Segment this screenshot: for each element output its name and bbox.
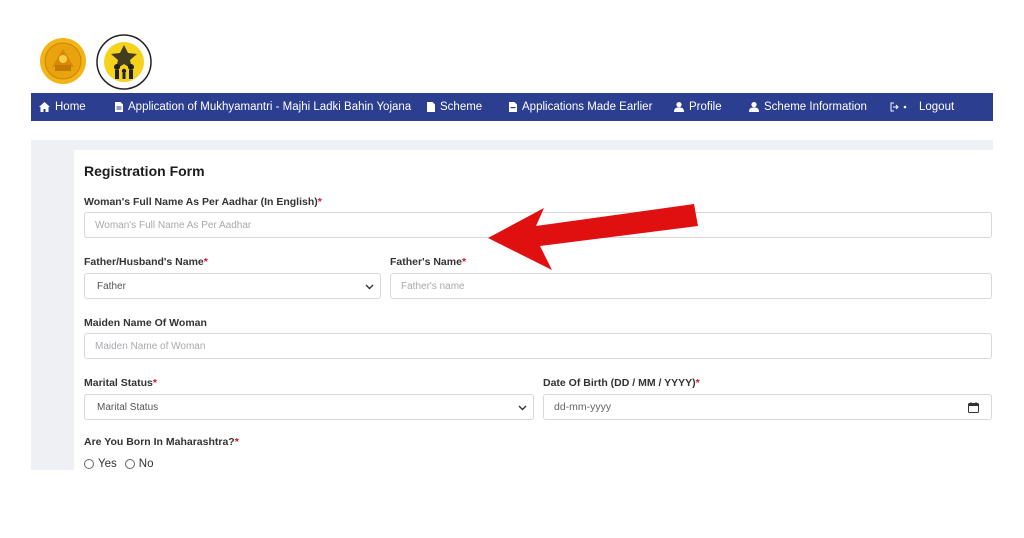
radio-no[interactable] (124, 459, 135, 469)
user-icon (749, 102, 759, 112)
maiden-name-input[interactable] (84, 333, 992, 359)
nav-scheme[interactable]: Scheme (427, 93, 482, 121)
form-title: Registration Form (84, 163, 205, 179)
document-icon (427, 102, 435, 112)
nav-scheme-label: Scheme (440, 101, 483, 113)
document-icon (509, 102, 517, 112)
home-icon (39, 102, 50, 112)
born-maharashtra-label: Are You Born In Maharashtra?* (84, 436, 239, 448)
dob-placeholder: dd-mm-yyyy (554, 401, 612, 413)
nav-home[interactable]: Home (39, 93, 86, 121)
chevron-down-icon (518, 405, 527, 411)
nav-profile[interactable]: Profile (674, 93, 722, 121)
chevron-down-icon (365, 284, 374, 290)
maiden-name-label: Maiden Name Of Woman (84, 317, 207, 329)
logout-icon (890, 102, 907, 112)
nav-logout[interactable]: Logout (890, 93, 954, 121)
dob-input[interactable]: dd-mm-yyyy (543, 394, 992, 420)
nav-home-label: Home (55, 101, 86, 113)
header-logos (38, 33, 168, 91)
marital-status-label: Marital Status* (84, 377, 157, 389)
guardian-type-select[interactable]: Father (84, 273, 381, 299)
marital-status-select[interactable]: Marital Status (84, 394, 534, 420)
full-name-label: Woman's Full Name As Per Aadhar (In Engl… (84, 196, 322, 208)
father-name-input[interactable] (390, 273, 992, 299)
nav-scheme-information-label: Scheme Information (764, 101, 867, 113)
wcd-department-logo (96, 34, 152, 90)
nav-application[interactable]: Application of Mukhyamantri - Majhi Ladk… (115, 93, 411, 121)
nav-applications-earlier[interactable]: Applications Made Earlier (509, 93, 652, 121)
father-name-label: Father's Name* (390, 256, 467, 268)
nav-application-label: Application of Mukhyamantri - Majhi Ladk… (128, 101, 412, 113)
nav-logout-label: Logout (919, 101, 955, 113)
annotation-arrow (488, 204, 698, 270)
guardian-type-label: Father/Husband's Name* (84, 256, 208, 268)
born-maharashtra-options: Yes No (84, 458, 153, 470)
guardian-type-value: Father (97, 280, 126, 292)
marital-status-value: Marital Status (97, 401, 159, 413)
calendar-icon[interactable] (968, 402, 979, 413)
nav-scheme-information[interactable]: Scheme Information (749, 93, 867, 121)
dob-label: Date Of Birth (DD / MM / YYYY)* (543, 377, 700, 389)
maharashtra-seal-logo (40, 38, 86, 84)
user-icon (674, 102, 684, 112)
main-navbar: Home Application of Mukhyamantri - Majhi… (31, 93, 993, 121)
nav-profile-label: Profile (689, 101, 722, 113)
radio-no-label: No (138, 458, 154, 470)
nav-applications-earlier-label: Applications Made Earlier (522, 101, 653, 113)
radio-yes[interactable] (84, 459, 94, 469)
document-icon (115, 102, 123, 112)
radio-yes-label: Yes (98, 458, 117, 470)
